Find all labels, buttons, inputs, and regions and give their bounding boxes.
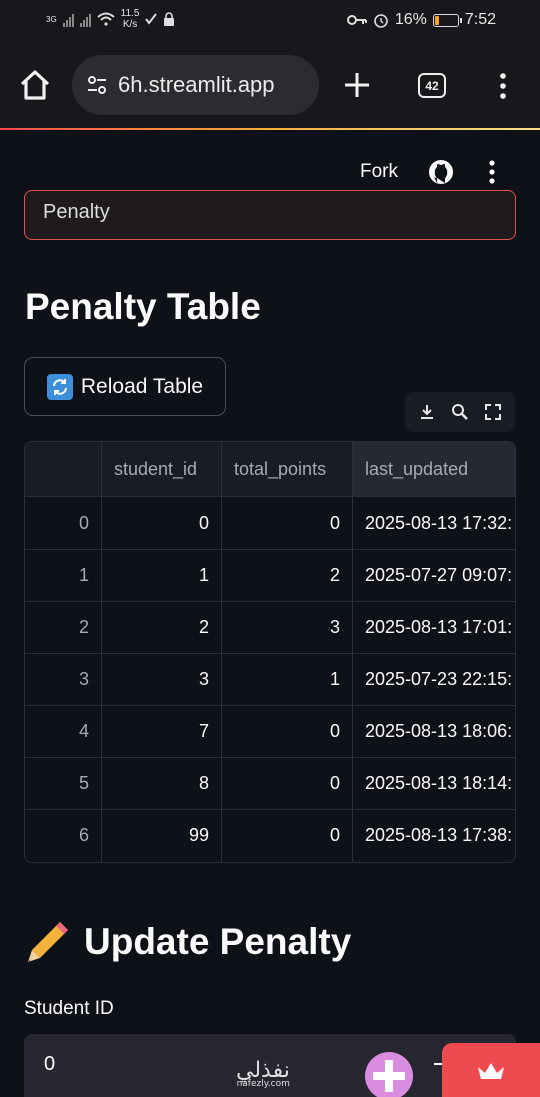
update-penalty-title: Update Penalty <box>84 921 352 962</box>
crown-icon <box>478 1063 504 1079</box>
cell-last-updated[interactable]: 2025-08-13 18:14: <box>353 757 515 809</box>
cell-total-points[interactable]: 0 <box>222 497 353 549</box>
network-speed: 11.5 K/s <box>121 8 140 30</box>
student-id-label: Student ID <box>24 998 114 1019</box>
table-row: 4 7 0 2025-08-13 18:06: <box>25 705 515 758</box>
tab-count: 42 <box>425 78 439 93</box>
url-text: 6h.streamlit.app <box>118 72 275 97</box>
row-index: 6 <box>25 809 102 862</box>
cell-total-points[interactable]: 0 <box>222 809 353 862</box>
table-row: 6 99 0 2025-08-13 17:38: <box>25 809 515 862</box>
wifi-icon <box>97 12 115 26</box>
reload-table-button[interactable]: Reload Table <box>24 357 226 416</box>
cell-last-updated[interactable]: 2025-08-13 17:38: <box>353 809 515 862</box>
cell-student-id[interactable]: 2 <box>102 601 222 653</box>
cell-last-updated[interactable]: 2025-07-27 09:07: <box>353 549 515 601</box>
watermark: نفذلي nafezly.com <box>236 1058 290 1089</box>
search-icon[interactable] <box>450 402 470 422</box>
pencil-icon <box>28 922 68 962</box>
tab-switcher-button[interactable]: 42 <box>418 73 446 98</box>
alarm-icon <box>374 14 388 28</box>
download-icon[interactable] <box>417 402 437 422</box>
fullscreen-icon[interactable] <box>483 402 503 422</box>
penalty-dataframe[interactable]: student_id total_points last_updated 0 0… <box>24 441 516 863</box>
key-icon <box>346 15 367 25</box>
cell-student-id[interactable]: 1 <box>102 549 222 601</box>
address-bar[interactable]: 6h.streamlit.app <box>72 55 319 115</box>
new-tab-icon[interactable] <box>342 70 372 100</box>
cell-student-id[interactable]: 0 <box>102 497 222 549</box>
row-index: 5 <box>25 757 102 809</box>
network-type: 3G <box>46 14 57 24</box>
status-right: 16% 7:52 <box>346 11 496 29</box>
site-settings-icon[interactable] <box>84 72 110 98</box>
lock-icon <box>164 12 175 26</box>
table-row: 0 0 0 2025-08-13 17:32: <box>25 497 515 550</box>
reload-table-label: Reload Table <box>80 374 204 398</box>
watermark-logo <box>365 1052 413 1097</box>
column-header-last-updated[interactable]: last_updated <box>353 442 515 496</box>
watermark-subtext: nafezly.com <box>236 1079 290 1089</box>
clock: 7:52 <box>464 11 496 28</box>
table-header-row: student_id total_points last_updated <box>25 442 515 497</box>
speed-value: 11.5 <box>120 8 140 19</box>
index-column-header[interactable] <box>25 442 102 496</box>
speed-unit: K/s <box>122 19 138 30</box>
cell-total-points[interactable]: 1 <box>222 653 353 705</box>
signal-2-icon <box>79 11 91 27</box>
reload-icon <box>46 373 73 400</box>
table-row: 3 3 1 2025-07-23 22:15: <box>25 653 515 706</box>
app-header: Fork <box>0 130 540 190</box>
error-alert-text: Penalty <box>43 201 110 223</box>
battery-icon <box>432 13 462 27</box>
column-header-student-id[interactable]: student_id <box>102 442 222 496</box>
cell-total-points[interactable]: 0 <box>222 757 353 809</box>
app-menu-icon[interactable] <box>482 159 502 185</box>
cell-total-points[interactable]: 2 <box>222 549 353 601</box>
student-id-value: 0 <box>44 1053 56 1075</box>
cell-student-id[interactable]: 3 <box>102 653 222 705</box>
home-icon[interactable] <box>18 68 52 102</box>
column-header-total-points[interactable]: total_points <box>222 442 353 496</box>
check-icon <box>145 13 158 25</box>
cell-student-id[interactable]: 8 <box>102 757 222 809</box>
fork-button[interactable]: Fork <box>360 161 398 183</box>
row-index: 4 <box>25 705 102 757</box>
row-index: 2 <box>25 601 102 653</box>
error-alert: Penalty <box>24 190 516 240</box>
penalty-table-heading: Penalty Table <box>25 286 261 327</box>
signal-icon <box>62 11 74 27</box>
battery-level <box>434 15 439 25</box>
battery-percent: 16% <box>394 11 427 28</box>
row-index: 1 <box>25 549 102 601</box>
browser-toolbar: 6h.streamlit.app 42 <box>0 42 540 128</box>
table-row: 5 8 0 2025-08-13 18:14: <box>25 757 515 810</box>
status-left: 3G 11.5 K/s <box>46 8 175 30</box>
cell-total-points[interactable]: 3 <box>222 601 353 653</box>
cell-last-updated[interactable]: 2025-08-13 17:32: <box>353 497 515 549</box>
github-icon[interactable] <box>428 159 454 185</box>
streamlit-badge[interactable] <box>442 1043 540 1097</box>
cell-total-points[interactable]: 0 <box>222 705 353 757</box>
table-row: 1 1 2 2025-07-27 09:07: <box>25 549 515 602</box>
update-penalty-heading: Update Penalty <box>24 918 351 966</box>
cell-last-updated[interactable]: 2025-07-23 22:15: <box>353 653 515 705</box>
table-row: 2 2 3 2025-08-13 17:01: <box>25 601 515 654</box>
cell-last-updated[interactable]: 2025-08-13 18:06: <box>353 705 515 757</box>
browser-menu-icon[interactable] <box>492 71 514 101</box>
status-bar: 3G 11.5 K/s 16% 7:52 <box>0 0 540 42</box>
cell-last-updated[interactable]: 2025-08-13 17:01: <box>353 601 515 653</box>
row-index: 3 <box>25 653 102 705</box>
cell-student-id[interactable]: 7 <box>102 705 222 757</box>
cell-student-id[interactable]: 99 <box>102 809 222 862</box>
row-index: 0 <box>25 497 102 549</box>
dataframe-toolbar <box>405 392 515 432</box>
